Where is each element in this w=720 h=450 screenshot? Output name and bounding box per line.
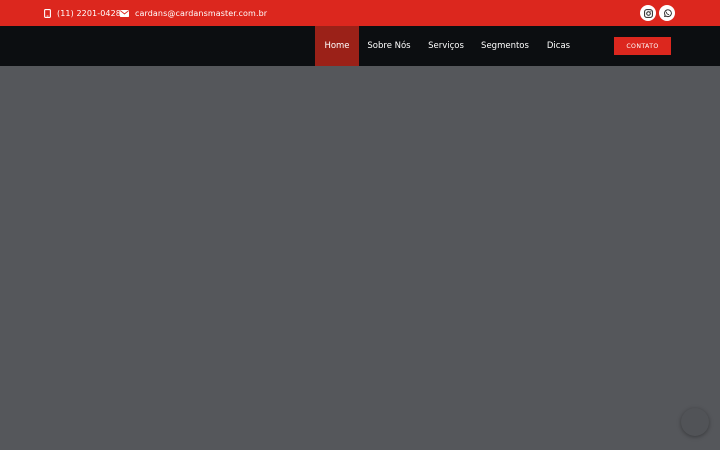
instagram-button[interactable] [640, 5, 656, 21]
nav-item-dicas[interactable]: Dicas [537, 26, 580, 66]
whatsapp-icon [663, 8, 672, 18]
floating-action-button[interactable] [681, 408, 709, 436]
phone-number: (11) 2201-0428 [57, 8, 121, 18]
whatsapp-button[interactable] [659, 5, 675, 21]
envelope-icon [120, 9, 129, 17]
hero-section [0, 66, 720, 450]
nav-item-servicos[interactable]: Serviços [419, 26, 473, 66]
email-contact[interactable]: cardans@cardansmaster.com.br [120, 0, 267, 26]
top-bar: (11) 2201-0428 cardans@cardansmaster.com… [0, 0, 720, 26]
nav-item-sobre-nos[interactable]: Sobre Nós [359, 26, 419, 66]
main-navbar: Home Sobre Nós Serviços Segmentos Dicas … [0, 26, 720, 66]
nav-item-segmentos[interactable]: Segmentos [473, 26, 537, 66]
phone-icon [44, 8, 51, 18]
email-address: cardans@cardansmaster.com.br [135, 8, 268, 18]
instagram-icon [643, 8, 653, 18]
contact-button[interactable]: CONTATO [614, 37, 671, 55]
nav-item-home[interactable]: Home [315, 26, 359, 66]
phone-contact[interactable]: (11) 2201-0428 [44, 0, 121, 26]
